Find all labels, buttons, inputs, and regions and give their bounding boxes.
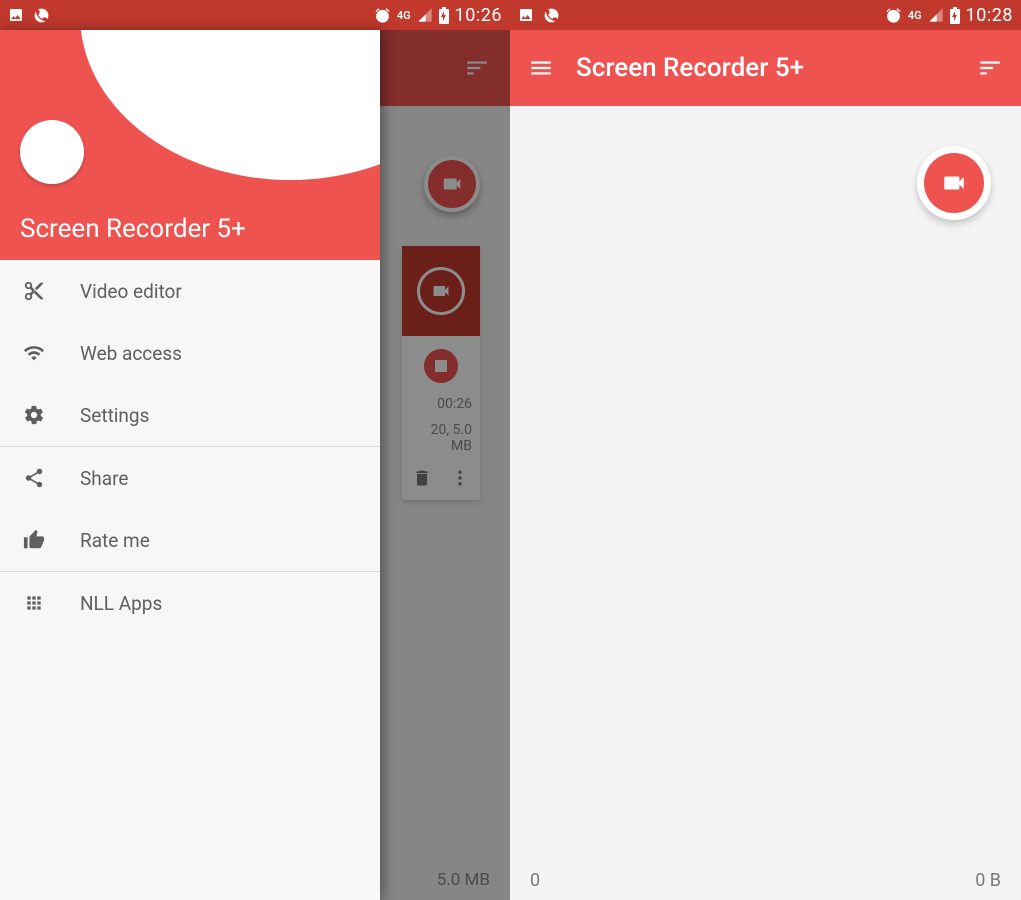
scissors-icon bbox=[22, 280, 46, 302]
main-content: 0 0 B bbox=[510, 106, 1021, 900]
drawer-item-label: NLL Apps bbox=[80, 592, 162, 615]
nav-drawer: Screen Recorder 5+ Video editor Web acce… bbox=[0, 30, 380, 900]
battery-charging-icon bbox=[439, 7, 449, 24]
drawer-title: Screen Recorder 5+ bbox=[20, 214, 360, 244]
camera-icon bbox=[924, 153, 984, 213]
drawer-item-share[interactable]: Share bbox=[0, 447, 380, 509]
signal-icon bbox=[928, 7, 944, 23]
apps-grid-icon bbox=[22, 593, 46, 613]
alarm-icon bbox=[374, 7, 391, 24]
phone-screenshot-right: 4G 10:28 Screen Recorder 5+ bbox=[510, 0, 1021, 900]
drawer-item-label: Settings bbox=[80, 404, 149, 427]
drawer-item-video-editor[interactable]: Video editor bbox=[0, 260, 380, 322]
drawer-item-label: Rate me bbox=[80, 529, 150, 552]
status-time: 10:26 bbox=[455, 5, 502, 26]
hamburger-icon[interactable] bbox=[528, 55, 554, 81]
drawer-item-web-access[interactable]: Web access bbox=[0, 322, 380, 384]
drawer-item-label: Share bbox=[80, 467, 128, 490]
wifi-icon bbox=[22, 342, 46, 364]
phone-screenshot-left: 4G 10:26 bbox=[0, 0, 510, 900]
drawer-list: Video editor Web access Settings Share bbox=[0, 260, 380, 900]
recording-count: 0 bbox=[530, 870, 540, 891]
share-icon bbox=[22, 467, 46, 489]
drawer-header: Screen Recorder 5+ bbox=[0, 30, 380, 260]
network-4g-label: 4G bbox=[397, 10, 411, 21]
bottom-stats: 0 0 B bbox=[510, 860, 1021, 900]
sort-icon[interactable] bbox=[977, 55, 1003, 81]
drawer-item-nll-apps[interactable]: NLL Apps bbox=[0, 572, 380, 634]
status-time: 10:28 bbox=[966, 5, 1013, 26]
record-fab[interactable] bbox=[917, 146, 991, 220]
signal-icon bbox=[417, 7, 433, 23]
network-4g-label: 4G bbox=[908, 10, 922, 21]
app-title: Screen Recorder 5+ bbox=[576, 53, 804, 83]
gear-icon bbox=[22, 404, 46, 426]
status-bar: 4G 10:26 bbox=[0, 0, 510, 30]
alarm-icon bbox=[885, 7, 902, 24]
phone-icon bbox=[544, 8, 559, 23]
drawer-item-settings[interactable]: Settings bbox=[0, 384, 380, 446]
picture-icon bbox=[518, 7, 534, 23]
storage-used: 0 B bbox=[975, 870, 1001, 891]
drawer-item-rate[interactable]: Rate me bbox=[0, 509, 380, 571]
app-bar: Screen Recorder 5+ bbox=[510, 30, 1021, 106]
app-logo bbox=[20, 120, 84, 184]
battery-charging-icon bbox=[950, 7, 960, 24]
thumbs-up-icon bbox=[22, 529, 46, 551]
phone-icon bbox=[34, 8, 49, 23]
picture-icon bbox=[8, 7, 24, 23]
status-bar: 4G 10:28 bbox=[510, 0, 1021, 30]
drawer-item-label: Web access bbox=[80, 342, 182, 365]
drawer-item-label: Video editor bbox=[80, 280, 182, 303]
